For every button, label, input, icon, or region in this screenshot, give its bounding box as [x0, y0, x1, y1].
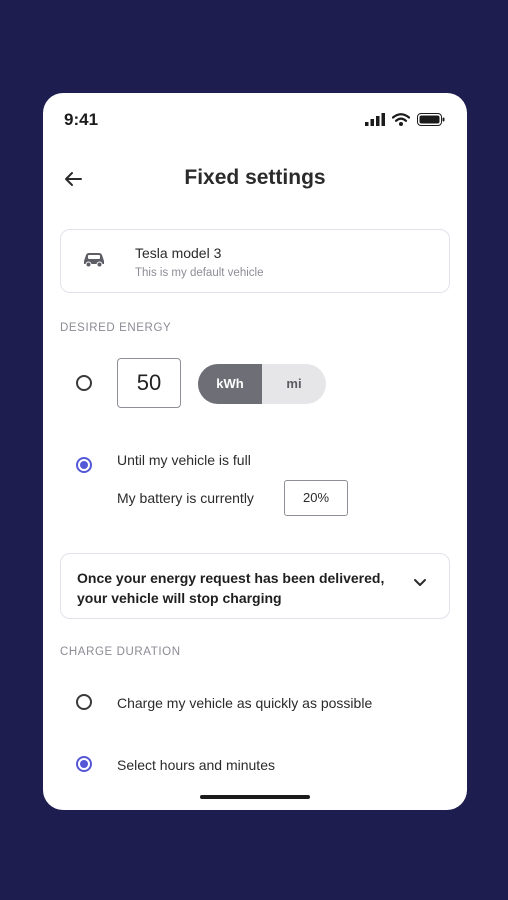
- vehicle-subtitle: This is my default vehicle: [135, 267, 264, 279]
- chevron-down-icon[interactable]: [413, 578, 427, 588]
- page-title: Fixed settings: [184, 166, 326, 189]
- until-full-label: Until my vehicle is full: [117, 452, 251, 468]
- desired-energy-label: DESIRED ENERGY: [60, 322, 172, 334]
- status-icons: [365, 113, 445, 126]
- home-indicator: [200, 795, 310, 799]
- vehicle-card[interactable]: Tesla model 3 This is my default vehicle: [60, 229, 450, 293]
- radio-energy-amount[interactable]: [76, 375, 92, 391]
- energy-amount-input[interactable]: 50: [117, 358, 181, 408]
- radio-select-hours[interactable]: [76, 756, 92, 772]
- header: Fixed settings: [43, 155, 467, 203]
- select-hours-label: Select hours and minutes: [117, 757, 275, 773]
- phone-screen: 9:41 Fixed settings Tesla model 3 This i…: [43, 93, 467, 810]
- radio-until-full[interactable]: [76, 457, 92, 473]
- charge-quickly-label: Charge my vehicle as quickly as possible: [117, 695, 373, 711]
- unit-option-mi[interactable]: mi: [262, 364, 326, 404]
- signal-icon: [365, 113, 385, 126]
- charge-duration-label: CHARGE DURATION: [60, 646, 181, 658]
- info-card[interactable]: Once your energy request has been delive…: [60, 553, 450, 619]
- status-time: 9:41: [64, 110, 99, 129]
- battery-level-input[interactable]: 20%: [284, 480, 348, 516]
- vehicle-name: Tesla model 3: [135, 245, 222, 261]
- info-text: Once your energy request has been delive…: [77, 570, 385, 606]
- battery-icon: [417, 113, 445, 126]
- radio-charge-quickly[interactable]: [76, 694, 92, 710]
- battery-label: My battery is currently: [117, 490, 254, 506]
- wifi-icon: [392, 113, 410, 126]
- unit-toggle[interactable]: kWh mi: [198, 364, 326, 404]
- unit-option-kwh[interactable]: kWh: [198, 364, 262, 404]
- car-icon: [84, 253, 104, 268]
- status-bar: 9:41: [43, 93, 467, 149]
